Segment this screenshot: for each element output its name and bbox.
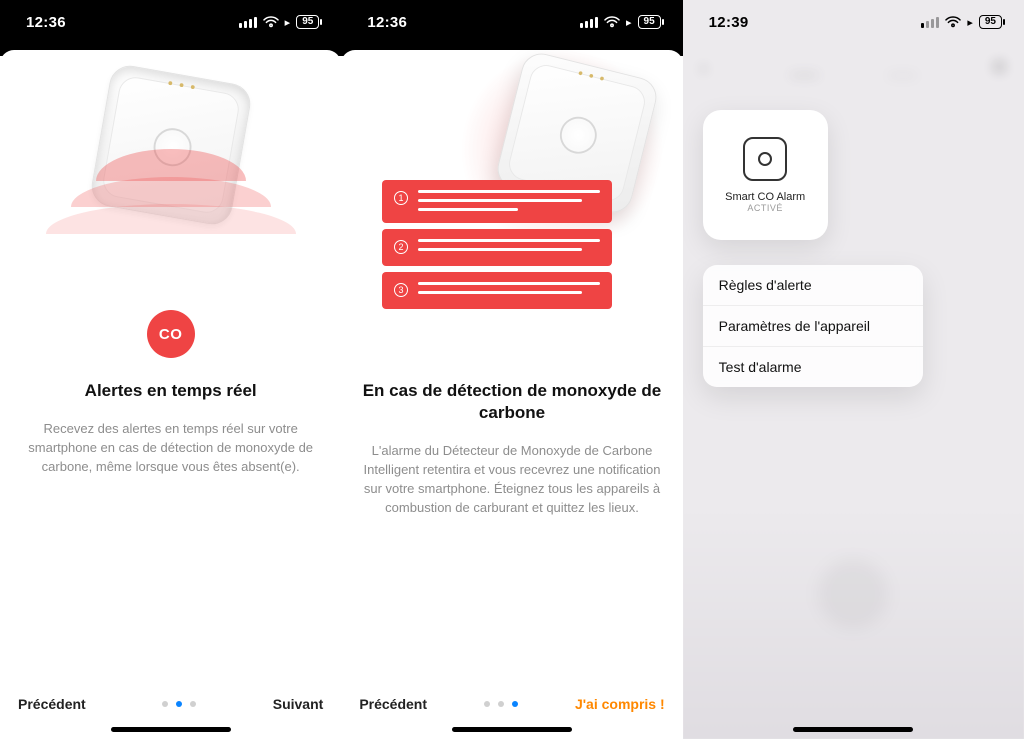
status-bar: 12:36 ▸ 95 [0,0,341,44]
status-right: ▸ 95 [580,15,661,29]
status-bar: 12:39 ▸ 95 [683,0,1024,44]
dot-1 [498,701,504,707]
onboarding-title: Alertes en temps réel [20,380,321,402]
device-tile-name: Smart CO Alarm [725,191,805,203]
status-time: 12:39 [709,14,749,31]
blurred-header: ———— [683,54,1024,94]
dot-0 [162,701,168,707]
screen-2: 12:36 ▸ 95 1 2 3 [341,0,682,739]
home-indicator[interactable] [452,727,572,732]
battery-indicator: 95 [296,15,319,29]
onboarding-description: L'alarme du Détecteur de Monoxyde de Car… [361,442,662,517]
camera-icon: ▸ [967,16,973,29]
blurred-device-preview [818,559,888,629]
dot-2 [190,701,196,707]
prev-button[interactable]: Précédent [18,696,86,712]
menu-item-alert-rules[interactable]: Règles d'alerte [703,265,923,305]
signal-icon [239,17,257,28]
done-button[interactable]: J'ai compris ! [575,696,665,712]
status-time: 12:36 [26,14,66,31]
alert-steps-illustration: 1 2 3 [382,180,612,315]
signal-waves-icon [41,149,301,259]
status-right: ▸ 95 [239,15,320,29]
settings-icon-blurred: ⚙ [993,58,1006,76]
onboarding-sheet: CO Alertes en temps réel Recevez des ale… [0,50,341,739]
home-indicator[interactable] [111,727,231,732]
next-button[interactable]: Suivant [273,696,324,712]
co-badge-icon: CO [147,310,195,358]
signal-icon [921,17,939,28]
signal-icon [580,17,598,28]
screen-3: 12:39 ▸ 95 ‹ ———— ⚙ Smart CO Alarm ACTIV… [683,0,1024,739]
home-indicator[interactable] [793,727,913,732]
status-bar: 12:36 ▸ 95 [341,0,682,44]
onboarding-sheet: 1 2 3 En cas de détection de monoxyde de… [341,50,682,739]
device-tile[interactable]: Smart CO Alarm ACTIVÉ [703,110,828,240]
wifi-icon [945,16,961,28]
status-time: 12:36 [367,14,407,31]
page-indicator [162,701,196,707]
context-menu: Règles d'alerte Paramètres de l'appareil… [703,265,923,387]
battery-indicator: 95 [638,15,661,29]
dot-0 [484,701,490,707]
onboarding-title: En cas de détection de monoxyde de carbo… [361,380,662,424]
device-tile-state: ACTIVÉ [725,203,805,213]
co-alarm-icon [743,137,787,181]
dot-2 [512,701,518,707]
menu-item-device-settings[interactable]: Paramètres de l'appareil [703,305,923,346]
illustration-area: 1 2 3 [341,50,682,350]
prev-button[interactable]: Précédent [359,696,427,712]
dot-1 [176,701,182,707]
three-screens-row: 12:36 ▸ 95 CO [0,0,1024,739]
status-right: ▸ 95 [921,15,1002,29]
battery-indicator: 95 [979,15,1002,29]
onboarding-description: Recevez des alertes en temps réel sur vo… [20,420,321,477]
screen-1: 12:36 ▸ 95 CO [0,0,341,739]
menu-item-alarm-test[interactable]: Test d'alarme [703,346,923,387]
camera-icon: ▸ [285,16,291,29]
wifi-icon [604,16,620,28]
page-indicator [484,701,518,707]
camera-icon: ▸ [626,16,632,29]
wifi-icon [263,16,279,28]
illustration-area: CO [0,50,341,350]
